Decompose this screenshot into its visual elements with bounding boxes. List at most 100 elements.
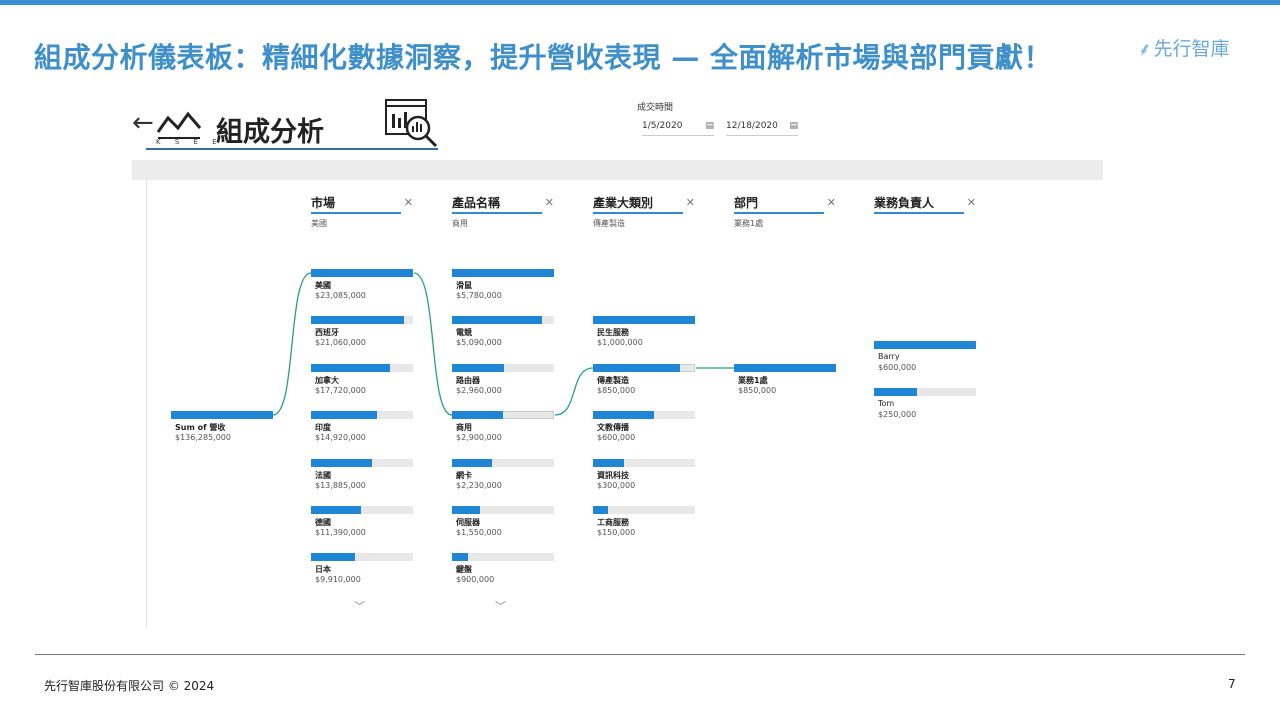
column-title: 部門 [734,196,759,210]
date-filter-label: 成交時間 [637,103,674,113]
node-value: $2,960,000 [456,386,502,395]
back-arrow-icon[interactable]: ← [132,108,154,138]
logo-subtitle: K S E E [156,138,223,146]
node-label: 電競 [456,328,472,337]
end-date-value: 12/18/2020 [726,121,778,131]
node-value: $2,900,000 [456,433,502,442]
node-bar-track [593,506,695,514]
end-date-field[interactable]: 12/18/2020 ▤ [726,115,798,136]
column-header-owner[interactable]: 業務負責人 ✕ [874,194,976,214]
footer-copyright: 先行智庫股份有限公司 © 2024 [44,679,215,693]
close-icon[interactable]: ✕ [967,196,976,209]
column-filter: 傳產製造 [593,219,625,228]
chevron-down-icon[interactable]: ﹀ [495,598,506,614]
node-value: $5,090,000 [456,338,502,347]
node-bar-fill [452,411,503,419]
column-title: 產業大類別 [593,196,654,210]
node-label: 業務1處 [738,376,768,385]
node-bar-fill [593,506,608,514]
column-header-market[interactable]: 市場 ✕ 美國 [311,194,413,228]
column-underline [734,212,824,214]
node-value: $2,230,000 [456,481,502,490]
slide-title: 組成分析儀表板：精細化數據洞察，提升營收表現 — 全面解析市場與部門貢獻！ [34,41,1053,74]
calendar-icon[interactable]: ▤ [789,115,798,137]
node-value: $300,000 [597,481,636,490]
node-label: 印度 [315,423,331,432]
brand-name: 先行智庫 [1153,38,1230,60]
node-value: $14,920,000 [315,433,366,442]
node-bar-fill [593,411,654,419]
node-bar-fill [452,364,504,372]
node-value: $21,060,000 [315,338,366,347]
node-label: Tom [878,399,895,408]
brand-mark-icon: ⸙ [1138,39,1152,60]
node-bar-fill [874,388,917,396]
node-label: 伺服器 [456,518,480,527]
top-accent-bar [0,0,1280,5]
node-bar-fill [593,364,680,372]
node-bar-fill [311,459,372,467]
node-value: $13,885,000 [315,481,366,490]
node-label: 路由器 [456,376,480,385]
node-label: 商用 [456,423,472,432]
node-bar-fill [452,316,542,324]
decomposition-panel: ← K S E E 組成分析 成交時間 1/5/2020 ▤ 12/18/2020… [132,90,1104,628]
node-label: 法國 [315,471,331,480]
node-value: $600,000 [597,433,636,442]
node-bar-fill [452,459,492,467]
node-bar-fill [311,411,377,419]
column-underline [452,212,542,214]
column-header-industry[interactable]: 產業大類別 ✕ 傳產製造 [593,194,695,228]
node-label: 資訊科技 [597,471,629,480]
brand-logo: ⸙ 先行智庫 [1138,34,1230,61]
node-bar-fill [311,316,404,324]
node-label: 工商服務 [597,518,629,527]
chevron-down-icon[interactable]: ﹀ [354,598,365,614]
node-label: 網卡 [456,471,472,480]
calendar-icon[interactable]: ▤ [705,115,714,137]
node-bar-fill [311,269,413,277]
decomposition-tree: 市場 ✕ 美國 產品名稱 ✕ 商用 產業大類別 ✕ 傳產製造 部門 ✕ 業務1處 業務負責人 ✕ … [146,180,1104,628]
close-icon[interactable]: ✕ [545,196,554,209]
column-underline [311,212,401,214]
close-icon[interactable]: ✕ [404,196,413,209]
column-underline [593,212,683,214]
close-icon[interactable]: ✕ [827,196,836,209]
node-bar-fill [452,269,554,277]
node-value: $600,000 [878,363,917,372]
node-label: 民生服務 [597,328,629,337]
node-label: Sum of 營收 [175,423,226,432]
column-title: 產品名稱 [452,196,501,210]
node-value: $136,285,000 [175,433,231,442]
node-value: $1,550,000 [456,528,502,537]
node-value: $250,000 [878,410,917,419]
node-label: 鍵盤 [456,565,472,574]
node-value: $17,720,000 [315,386,366,395]
title-underline [146,148,438,150]
column-title: 市場 [311,196,336,210]
node-label: 西班牙 [315,328,339,337]
column-header-department[interactable]: 部門 ✕ 業務1處 [734,194,836,228]
start-date-field[interactable]: 1/5/2020 ▤ [642,115,714,136]
page-number: 7 [1228,677,1236,691]
tree-connector-lines [272,272,734,416]
node-bar-fill [593,316,695,324]
column-filter: 業務1處 [734,219,764,228]
node-label: 加拿大 [315,376,339,385]
node-bar-fill [452,553,468,561]
node-value: $900,000 [456,575,495,584]
node-value: $11,390,000 [315,528,366,537]
node-value: $850,000 [738,386,777,395]
node-label: Barry [878,352,900,361]
node-bar-fill [311,364,390,372]
node-label: 滑鼠 [456,281,472,290]
node-label: 傳產製造 [597,376,629,385]
node-label: 德國 [315,518,331,527]
close-icon[interactable]: ✕ [686,196,695,209]
node-bar-fill [734,364,836,372]
node-label: 文教傳播 [597,423,629,432]
node-label: 日本 [315,565,331,574]
column-header-product[interactable]: 產品名稱 ✕ 商用 [452,194,554,228]
node-label: 美國 [315,281,331,290]
node-value: $850,000 [597,386,636,395]
